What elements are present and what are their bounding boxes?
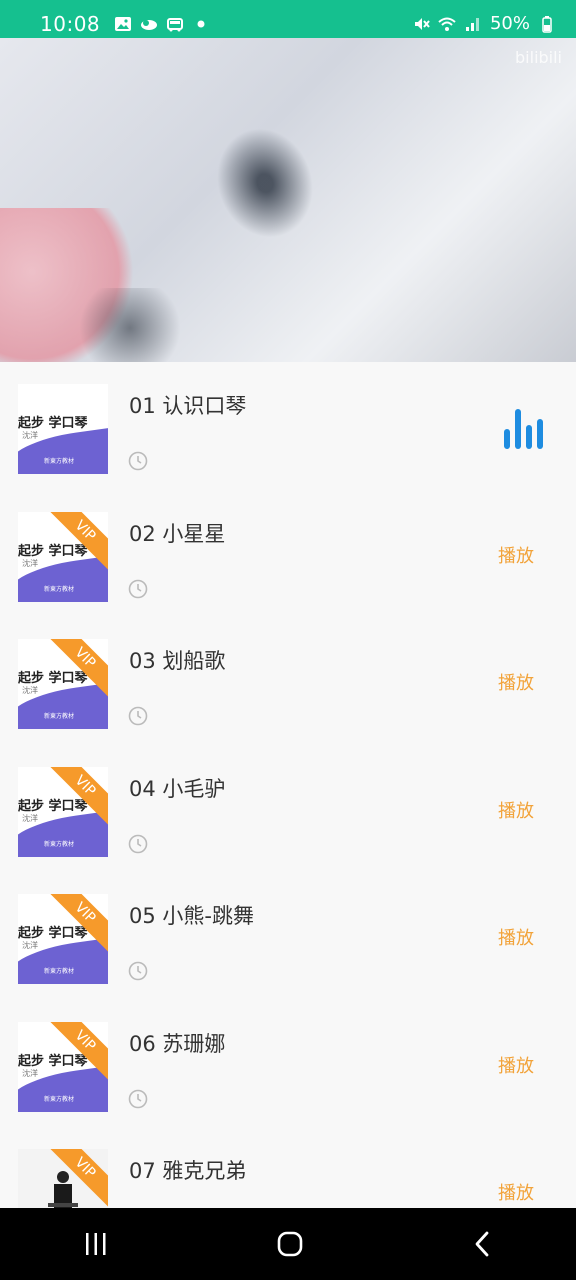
play-button[interactable]: 播放	[498, 797, 534, 823]
lesson-thumbnail: 起步 学口琴 沈洋 新東方教材 VIP	[18, 639, 108, 729]
thumbnail-footer: 新東方教材	[44, 458, 75, 465]
thumbnail-subtitle: 沈洋	[22, 941, 38, 950]
gallery-icon	[115, 16, 132, 31]
back-icon[interactable]	[471, 1230, 493, 1258]
navigation-bar	[0, 1208, 576, 1280]
thumbnail-title: 起步 学口琴	[18, 671, 88, 686]
thumbnail-footer: 新東方教材	[44, 1096, 75, 1103]
thumbnail-subtitle: 沈洋	[22, 814, 38, 823]
car-icon	[167, 17, 184, 31]
video-watermark: bilibili	[515, 48, 562, 67]
thumbnail-footer: 新東方教材	[44, 586, 75, 593]
dot-icon	[197, 20, 205, 27]
lesson-title: 07 雅克兄弟	[129, 1159, 247, 1183]
video-player[interactable]: bilibili	[0, 38, 576, 362]
lesson-title: 01 认识口琴	[129, 394, 247, 418]
lesson-thumbnail: 起步 学口琴 沈洋 新東方教材 VIP	[18, 894, 108, 984]
lesson-thumbnail: 起步 学口琴 沈洋 新東方教材 VIP	[18, 512, 108, 602]
thumbnail-title: 起步 学口琴	[18, 926, 88, 941]
thumbnail-subtitle: 沈洋	[22, 559, 38, 568]
status-time: 10:08	[40, 11, 101, 36]
lesson-list: 起步 学口琴 沈洋 新東方教材 01 认识口琴 起步 学口琴 沈洋 新東方教材 …	[0, 362, 576, 1208]
thumbnail-footer: 新東方教材	[44, 968, 75, 975]
status-right: 50%	[412, 13, 556, 34]
thumbnail-title: 起步 学口琴	[18, 416, 88, 431]
battery-icon	[542, 15, 552, 33]
lesson-thumbnail: 起步 学口琴 沈洋 新東方教材 VIP	[18, 767, 108, 857]
clock-icon	[128, 1089, 148, 1109]
video-frame-shape	[70, 288, 190, 362]
list-item[interactable]: 起步 学口琴 沈洋 新東方教材 VIP 06 苏珊娜 播放	[0, 1000, 576, 1112]
clock-icon	[128, 834, 148, 854]
play-button[interactable]: 播放	[498, 669, 534, 695]
play-button[interactable]: 播放	[498, 1179, 534, 1205]
lesson-thumbnail: VIP	[18, 1149, 108, 1208]
clock-icon	[128, 451, 148, 471]
app-screen: 10:08 50% bilibili 起步 学口琴 沈洋 新東方教材 01 认识…	[0, 0, 576, 1280]
clock-icon	[128, 961, 148, 981]
performer-figure-icon	[48, 1171, 78, 1208]
thumbnail-footer: 新東方教材	[44, 713, 75, 720]
battery-percent: 50%	[489, 13, 530, 34]
weather-icon	[141, 19, 158, 30]
thumbnail-subtitle: 沈洋	[22, 686, 38, 695]
playing-indicator-icon	[504, 409, 543, 449]
lesson-title: 04 小毛驴	[129, 777, 226, 801]
wifi-icon	[438, 17, 456, 31]
lesson-title: 06 苏珊娜	[129, 1032, 226, 1056]
lesson-thumbnail: 起步 学口琴 沈洋 新東方教材	[18, 384, 108, 474]
lesson-thumbnail: 起步 学口琴 沈洋 新東方教材 VIP	[18, 1022, 108, 1112]
thumbnail-subtitle: 沈洋	[22, 1069, 38, 1078]
play-button[interactable]: 播放	[498, 542, 534, 568]
clock-icon	[128, 579, 148, 599]
status-left: 10:08	[40, 12, 210, 36]
list-item[interactable]: 起步 学口琴 沈洋 新東方教材 VIP 05 小熊-跳舞 播放	[0, 872, 576, 984]
home-icon[interactable]	[276, 1230, 304, 1258]
list-item[interactable]: 起步 学口琴 沈洋 新東方教材 VIP 04 小毛驴 播放	[0, 745, 576, 857]
list-item[interactable]: 起步 学口琴 沈洋 新東方教材 VIP 02 小星星 播放	[0, 490, 576, 602]
clock-icon	[128, 706, 148, 726]
list-item[interactable]: 起步 学口琴 沈洋 新東方教材 01 认识口琴	[0, 362, 576, 474]
list-item[interactable]: 起步 学口琴 沈洋 新東方教材 VIP 03 划船歌 播放	[0, 617, 576, 729]
thumbnail-title: 起步 学口琴	[18, 544, 88, 559]
list-item[interactable]: VIP 07 雅克兄弟 播放	[0, 1127, 576, 1208]
thumbnail-title: 起步 学口琴	[18, 799, 88, 814]
lesson-title: 05 小熊-跳舞	[129, 904, 254, 928]
play-button[interactable]: 播放	[498, 1052, 534, 1078]
thumbnail-title: 起步 学口琴	[18, 1054, 88, 1069]
signal-icon	[465, 17, 479, 31]
recents-icon[interactable]	[83, 1231, 109, 1257]
lesson-title: 03 划船歌	[129, 649, 226, 673]
mute-icon	[414, 17, 430, 30]
thumbnail-subtitle: 沈洋	[22, 431, 38, 440]
thumbnail-footer: 新東方教材	[44, 841, 75, 848]
lesson-title: 02 小星星	[129, 522, 226, 546]
video-frame-shape	[191, 103, 339, 263]
play-button[interactable]: 播放	[498, 924, 534, 950]
